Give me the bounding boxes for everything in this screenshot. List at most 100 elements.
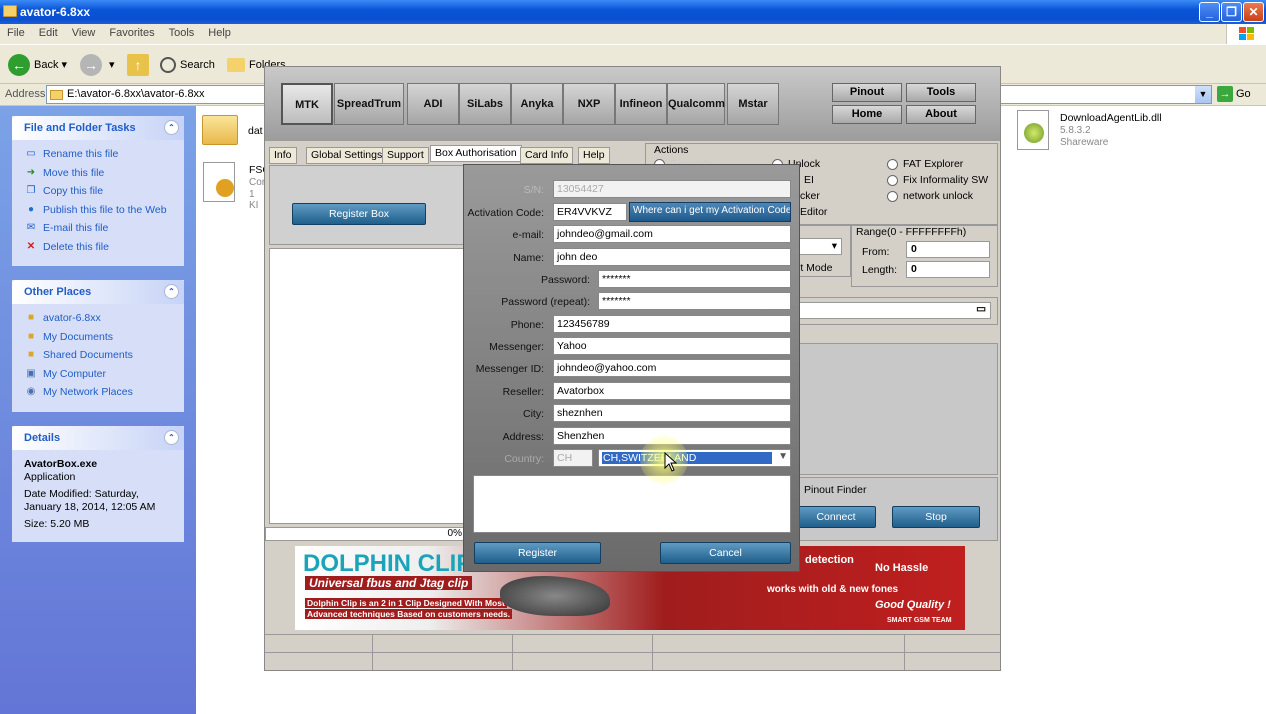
menu-favorites[interactable]: Favorites — [102, 24, 161, 42]
phone-field[interactable]: 123456789 — [553, 315, 791, 333]
folder-icon — [50, 90, 63, 100]
fsc-file-item[interactable]: FSC Cor 1 KI — [203, 162, 270, 211]
window-title: avator-6.8xx — [20, 5, 91, 19]
radio-fat-explorer[interactable]: FAT Explorer — [887, 158, 963, 170]
chevron-down-icon[interactable]: ▼ — [778, 451, 788, 462]
tab-nxp[interactable]: NXP — [563, 83, 615, 125]
subtab-info[interactable]: Info — [269, 147, 297, 164]
notes-area[interactable] — [473, 475, 791, 533]
collapse-icon[interactable]: ⌃ — [164, 284, 179, 299]
close-button[interactable]: ✕ — [1243, 2, 1264, 22]
details-header[interactable]: Details ⌃ — [12, 426, 184, 450]
tools-button[interactable]: Tools — [906, 83, 976, 102]
tab-mstar[interactable]: Mstar — [727, 83, 779, 125]
forward-arrow-icon: → — [80, 54, 102, 77]
cancel-button[interactable]: Cancel — [660, 542, 791, 564]
subtab-support[interactable]: Support — [382, 147, 429, 164]
tab-spreadtrum[interactable]: SpreadTrum — [334, 83, 404, 125]
radio-editor[interactable]: Editor — [800, 206, 827, 218]
other-places-header[interactable]: Other Places ⌃ — [12, 280, 184, 304]
tab-mtk[interactable]: MTK — [281, 83, 333, 125]
pinout-button[interactable]: Pinout — [832, 83, 902, 102]
dll-file-icon — [1017, 110, 1049, 150]
search-button[interactable]: Search — [160, 53, 215, 77]
register-button[interactable]: Register — [474, 542, 601, 564]
menu-bar: File Edit View Favorites Tools Help — [0, 24, 1266, 44]
activation-help-link[interactable]: Where can i get my Activation Code — [629, 202, 791, 222]
connect-button[interactable]: Connect — [796, 506, 876, 528]
details-filename: AvatorBox.exe — [24, 458, 98, 470]
activation-code-field[interactable]: ER4VVKVZ — [553, 203, 627, 221]
country-select[interactable]: CH,SWITZERLAND ▼ — [598, 449, 791, 467]
rename-file-link[interactable]: ▭ Rename this file — [12, 146, 184, 165]
password-repeat-field[interactable]: ******* — [598, 292, 791, 310]
tab-infineon[interactable]: Infineon — [615, 83, 667, 125]
place-my-documents[interactable]: ■ My Documents — [12, 329, 184, 348]
banner-body1: Dolphin Clip is an 2 in 1 Clip Designed … — [305, 598, 507, 608]
menu-edit[interactable]: Edit — [32, 24, 65, 42]
place-my-computer[interactable]: ▣ My Computer — [12, 366, 184, 385]
search-icon — [160, 57, 176, 74]
browse-icon[interactable]: ▭ — [976, 303, 986, 315]
move-file-link[interactable]: ➜ Move this file — [12, 165, 184, 184]
about-button[interactable]: About — [906, 105, 976, 124]
go-button[interactable]: → Go — [1217, 86, 1251, 102]
menu-file[interactable]: File — [0, 24, 32, 42]
radio-checker[interactable]: cker — [800, 190, 820, 202]
email-file-link[interactable]: ✉ E-mail this file — [12, 220, 184, 239]
go-arrow-icon: → — [1217, 86, 1233, 102]
path-input[interactable]: ▭ — [796, 302, 991, 319]
menu-help[interactable]: Help — [201, 24, 238, 42]
chevron-down-icon[interactable]: ▼ — [1195, 86, 1211, 103]
copy-file-link[interactable]: ❐ Copy this file — [12, 183, 184, 202]
subtab-card-info[interactable]: Card Info — [520, 147, 574, 164]
length-input[interactable]: 0 — [906, 261, 990, 278]
email-label: e-mail: — [512, 229, 544, 241]
forward-button[interactable]: → ▾ — [80, 53, 115, 77]
radio-fix-informality[interactable]: Fix Informality SW — [887, 174, 988, 186]
folder-item[interactable]: dat — [202, 115, 263, 145]
from-input[interactable]: 0 — [906, 241, 990, 258]
details-type: Application — [24, 471, 76, 483]
subtab-help[interactable]: Help — [578, 147, 610, 164]
messenger-id-field[interactable]: johndeo@yahoo.com — [553, 359, 791, 377]
delete-file-link[interactable]: ✕ Delete this file — [12, 239, 184, 258]
sn-field: 13054427 — [553, 180, 791, 198]
up-folder-button[interactable]: ↑ — [127, 53, 153, 77]
messenger-field[interactable]: Yahoo — [553, 337, 791, 355]
maximize-button[interactable]: ❐ — [1221, 2, 1242, 22]
tab-anyka[interactable]: Anyka — [511, 83, 563, 125]
collapse-icon[interactable]: ⌃ — [164, 430, 179, 445]
place-my-network[interactable]: ◉ My Network Places — [12, 384, 184, 403]
back-button[interactable]: ← Back ▾ — [8, 53, 67, 77]
dll-file-item[interactable]: DownloadAgentLib.dll 5.8.3.2 Shareware — [1017, 110, 1257, 154]
messenger-id-label: Messenger ID: — [475, 363, 544, 375]
menu-tools[interactable]: Tools — [162, 24, 202, 42]
stop-button[interactable]: Stop — [892, 506, 980, 528]
city-field[interactable]: sheznhen — [553, 404, 791, 422]
publish-file-link[interactable]: ● Publish this file to the Web — [12, 202, 184, 221]
collapse-icon[interactable]: ⌃ — [164, 120, 179, 135]
reseller-field[interactable]: Avatorbox — [553, 382, 791, 400]
radio-imei[interactable]: EI — [804, 174, 814, 186]
subtab-global-settings[interactable]: Global Settings — [306, 147, 388, 164]
fsc-sub1: Cor — [249, 177, 266, 188]
file-tasks-header[interactable]: File and Folder Tasks ⌃ — [12, 116, 184, 140]
email-field[interactable]: johndeo@gmail.com — [553, 225, 791, 243]
password-field[interactable]: ******* — [598, 270, 791, 288]
place-avator-folder[interactable]: ■ avator-6.8xx — [12, 310, 184, 329]
tab-qualcomm[interactable]: Qualcomm — [667, 83, 725, 125]
tab-silabs[interactable]: SiLabs — [459, 83, 511, 125]
menu-view[interactable]: View — [65, 24, 103, 42]
name-field[interactable]: john deo — [553, 248, 791, 266]
password-label: Password: — [540, 274, 590, 286]
place-shared-documents[interactable]: ■ Shared Documents — [12, 347, 184, 366]
minimize-button[interactable]: _ — [1199, 2, 1220, 22]
mode-select[interactable]: ▾ — [796, 238, 842, 255]
subtab-box-authorisation[interactable]: Box Authorisation — [430, 145, 522, 162]
radio-network-unlock[interactable]: network unlock — [887, 190, 973, 202]
tab-adi[interactable]: ADI — [407, 83, 459, 125]
gear-icon — [216, 179, 234, 197]
home-button[interactable]: Home — [832, 105, 902, 124]
register-box-button[interactable]: Register Box — [292, 203, 426, 225]
